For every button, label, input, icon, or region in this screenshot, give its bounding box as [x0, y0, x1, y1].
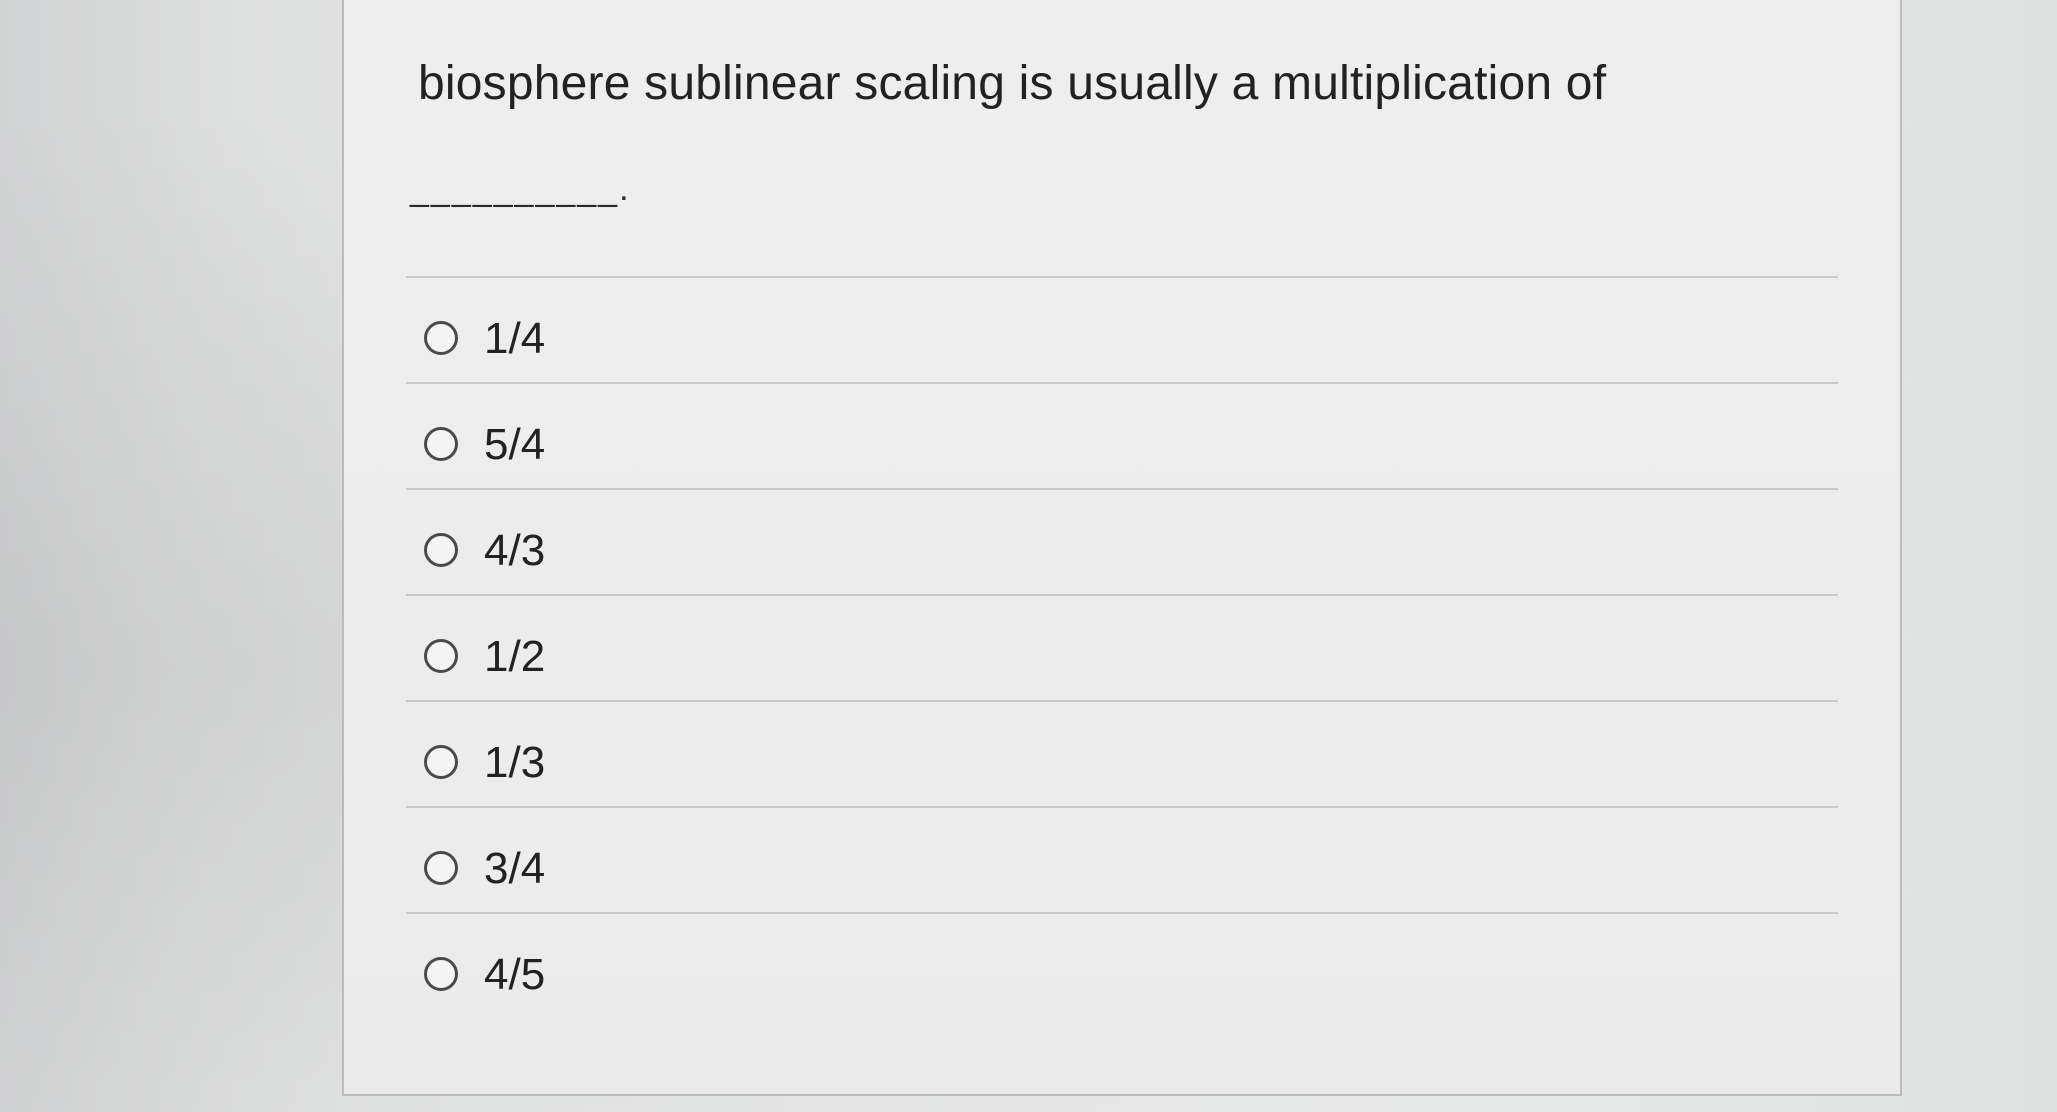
answer-option-4-5[interactable]: 4/5: [406, 914, 1838, 1020]
answer-option-1-4[interactable]: 1/4: [406, 278, 1838, 384]
answer-label: 4/5: [484, 950, 546, 999]
radio-button-icon[interactable]: [424, 639, 458, 673]
answer-option-1-2[interactable]: 1/2: [406, 596, 1838, 702]
question-card: biosphere sublinear scaling is usually a…: [342, 0, 1902, 1096]
answer-label: 1/3: [484, 738, 546, 787]
radio-button-icon[interactable]: [424, 851, 458, 885]
answer-option-4-3[interactable]: 4/3: [406, 490, 1838, 596]
radio-button-icon[interactable]: [424, 427, 458, 461]
answer-label: 4/3: [484, 526, 546, 575]
radio-button-icon[interactable]: [424, 321, 458, 355]
answer-label: 3/4: [484, 844, 546, 893]
radio-button-icon[interactable]: [424, 533, 458, 567]
answer-label: 1/4: [484, 314, 546, 363]
answer-option-1-3[interactable]: 1/3: [406, 702, 1838, 808]
answer-option-3-4[interactable]: 3/4: [406, 808, 1838, 914]
answer-label: 5/4: [484, 420, 546, 469]
answer-option-5-4[interactable]: 5/4: [406, 384, 1838, 490]
answer-options-list: 1/4 5/4 4/3 1/2 1/3 3/4 4/5: [406, 278, 1838, 1020]
answer-label: 1/2: [484, 632, 546, 681]
radio-button-icon[interactable]: [424, 745, 458, 779]
answer-blank: __________.: [410, 170, 631, 208]
question-text: biosphere sublinear scaling is usually a…: [418, 57, 1607, 110]
radio-button-icon[interactable]: [424, 957, 458, 991]
